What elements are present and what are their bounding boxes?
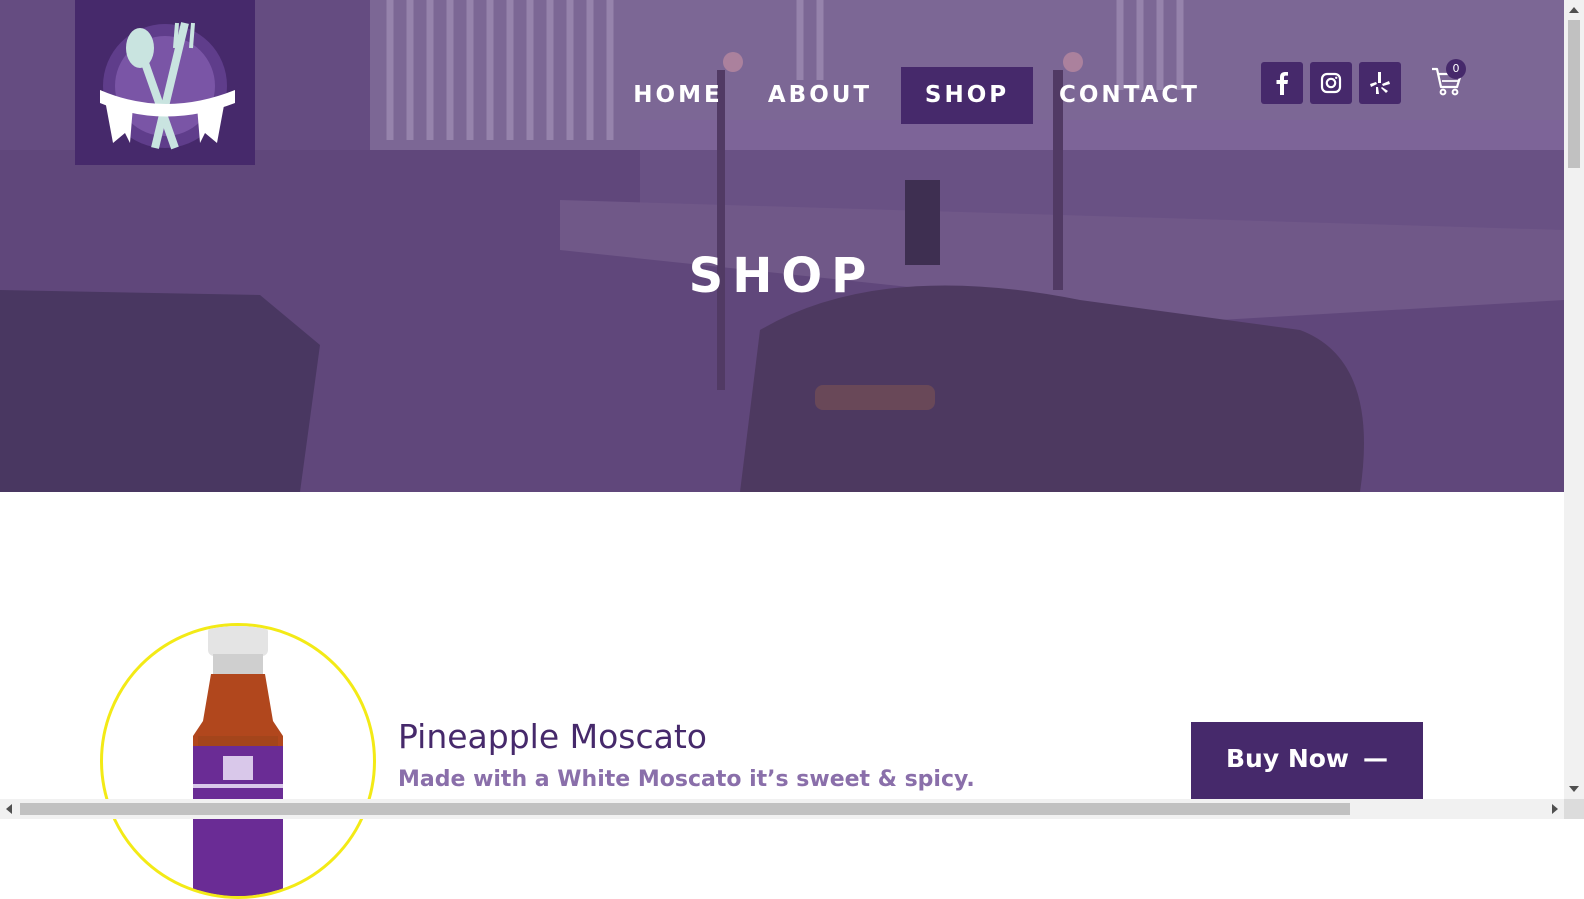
nav-about[interactable]: ABOUT — [765, 67, 875, 124]
facebook-button[interactable] — [1261, 62, 1303, 104]
cart-count-badge: 0 — [1446, 59, 1466, 79]
site-logo[interactable] — [75, 0, 255, 165]
dash-icon: — — [1363, 744, 1389, 773]
scrollbar-corner — [1564, 799, 1584, 819]
instagram-icon — [1320, 72, 1342, 94]
buy-now-label: Buy Now — [1225, 744, 1350, 773]
horizontal-scrollbar[interactable] — [0, 799, 1564, 819]
horizontal-scroll-thumb[interactable] — [20, 803, 1350, 815]
product-image[interactable] — [100, 623, 376, 899]
scroll-down-arrow-icon[interactable] — [1569, 786, 1579, 792]
vertical-scroll-thumb[interactable] — [1568, 20, 1580, 168]
yelp-button[interactable] — [1359, 62, 1401, 104]
facebook-icon — [1276, 72, 1288, 95]
page-title: SHOP — [688, 248, 876, 304]
vertical-scrollbar[interactable] — [1564, 0, 1584, 799]
scroll-left-arrow-icon[interactable] — [6, 804, 12, 814]
scroll-right-arrow-icon[interactable] — [1552, 804, 1558, 814]
instagram-button[interactable] — [1310, 62, 1352, 104]
product-name: Pineapple Moscato — [398, 717, 707, 756]
momma-d-kitchen-logo — [100, 21, 235, 149]
nav-home[interactable]: HOME — [628, 67, 728, 124]
nav-contact[interactable]: CONTACT — [1059, 67, 1199, 124]
nav-shop[interactable]: SHOP — [901, 67, 1033, 124]
scroll-up-arrow-icon[interactable] — [1569, 7, 1579, 13]
yelp-icon — [1370, 72, 1390, 94]
product-description: Made with a White Moscato it’s sweet & s… — [398, 767, 975, 792]
sauce-bottle-image — [193, 626, 283, 896]
buy-now-button[interactable]: Buy Now — — [1191, 722, 1423, 802]
